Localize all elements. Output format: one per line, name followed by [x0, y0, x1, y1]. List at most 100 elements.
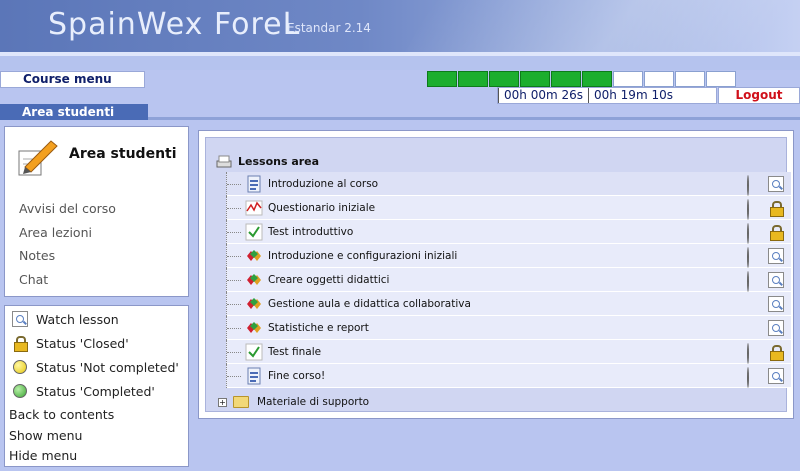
show-menu-link[interactable]: Show menu: [9, 428, 82, 443]
magnifier-icon[interactable]: [768, 319, 784, 336]
magnifier-icon[interactable]: [768, 175, 784, 192]
gems-icon: [244, 294, 264, 314]
nav-chat[interactable]: Chat: [19, 272, 116, 296]
green-status-icon: [747, 174, 749, 196]
remaining-time: 00h 19m 10s: [587, 88, 678, 103]
lessons-title: Lessons area: [238, 154, 320, 168]
green-status-icon: [747, 222, 749, 244]
folder-materiale[interactable]: + Materiale di supporto: [218, 396, 369, 408]
panel-title: Area studenti: [69, 146, 177, 162]
lesson-status: [747, 246, 763, 268]
brand-version: Estandar 2.14: [287, 21, 371, 35]
progress-segment: [706, 71, 736, 87]
lesson-label[interactable]: Introduzione e configurazioni iniziali: [268, 250, 747, 262]
nav-area-lezioni[interactable]: Area lezioni: [19, 225, 116, 249]
lock-icon: [770, 224, 784, 241]
back-to-contents-link[interactable]: Back to contents: [9, 407, 114, 422]
header-decoration: [404, 0, 800, 52]
lesson-action[interactable]: [767, 271, 785, 289]
progress-segment: [520, 71, 550, 87]
gems-icon: [244, 246, 264, 266]
lesson-status: [747, 198, 763, 220]
tree-connector: [226, 243, 244, 268]
lesson-row[interactable]: Statistiche e report: [226, 315, 791, 340]
progress-segment: [675, 71, 705, 87]
timer-bar: 00h 00m 26s 00h 19m 10s: [497, 87, 717, 104]
magnifier-icon[interactable]: [768, 247, 784, 264]
legend-closed: Status 'Closed': [11, 334, 129, 352]
elapsed-time: 00h 00m 26s: [498, 88, 588, 103]
magnifier-icon: [12, 311, 28, 327]
lesson-label[interactable]: Statistiche e report: [268, 322, 747, 334]
lesson-status: [747, 342, 763, 364]
green-status-icon: [747, 342, 749, 364]
lock-icon: [770, 344, 784, 361]
student-nav: Avvisi del corso Area lezioni Notes Chat: [19, 201, 116, 295]
lesson-status: [747, 366, 763, 388]
green-status-icon: [747, 366, 749, 388]
tab-underline: [148, 117, 800, 120]
brand-title: SpainWex ForeL: [48, 7, 301, 42]
check-icon: [244, 342, 264, 362]
legend-not-completed-label: Status 'Not completed': [36, 359, 179, 375]
lesson-row[interactable]: Introduzione al corso: [226, 171, 791, 196]
nav-avvisi-del-corso[interactable]: Avvisi del corso: [19, 201, 116, 225]
lessons-header: Lessons area: [216, 154, 319, 168]
gems-icon: [244, 318, 264, 338]
lesson-action[interactable]: [767, 319, 785, 337]
lesson-action[interactable]: [767, 175, 785, 193]
lesson-label[interactable]: Creare oggetti didattici: [268, 274, 747, 286]
lesson-label[interactable]: Gestione aula e didattica collaborativa: [268, 298, 747, 310]
check-icon: [244, 222, 264, 242]
legend-watch-label: Watch lesson: [36, 311, 119, 327]
lesson-action[interactable]: [767, 295, 785, 313]
chart-icon: [244, 198, 264, 218]
lesson-row[interactable]: Introduzione e configurazioni iniziali: [226, 243, 791, 268]
progress-segment: [613, 71, 643, 87]
gems-icon: [244, 270, 264, 290]
legend-watch: Watch lesson: [11, 310, 119, 328]
tree-connector: [226, 195, 244, 220]
yellow-status-icon: [747, 270, 749, 292]
student-area-panel: Area studenti Avvisi del corso Area lezi…: [4, 126, 189, 297]
lesson-action: [767, 223, 785, 241]
pencil-notebook-icon: [18, 140, 58, 176]
legend-not-completed: Status 'Not completed': [11, 358, 179, 376]
lesson-status: [747, 320, 763, 336]
lesson-label[interactable]: Introduzione al corso: [268, 178, 747, 190]
tree-connector: [226, 219, 244, 244]
lesson-label[interactable]: Test finale: [268, 346, 747, 358]
lesson-action: [767, 343, 785, 361]
progress-segment: [644, 71, 674, 87]
magnifier-icon[interactable]: [768, 295, 784, 312]
lesson-row[interactable]: Gestione aula e didattica collaborativa: [226, 291, 791, 316]
lesson-status: [747, 270, 763, 292]
page-icon: [244, 366, 264, 386]
lesson-status: [747, 296, 763, 312]
tree-connector: [226, 339, 244, 364]
lesson-status: [747, 174, 763, 196]
magnifier-icon[interactable]: [768, 271, 784, 288]
lesson-label[interactable]: Fine corso!: [268, 370, 747, 382]
lesson-action[interactable]: [767, 367, 785, 385]
legend-completed: Status 'Completed': [11, 382, 155, 400]
lock-icon: [770, 200, 784, 217]
lesson-label[interactable]: Test introduttivo: [268, 226, 747, 238]
lesson-row[interactable]: Questionario iniziale: [226, 195, 791, 220]
course-menu-button[interactable]: Course menu: [0, 71, 145, 88]
lesson-label[interactable]: Questionario iniziale: [268, 202, 747, 214]
tree-connector: [226, 267, 244, 292]
nav-notes[interactable]: Notes: [19, 248, 116, 272]
logout-button[interactable]: Logout: [718, 87, 800, 104]
lesson-action[interactable]: [767, 247, 785, 265]
hide-menu-link[interactable]: Hide menu: [9, 448, 77, 463]
lesson-row[interactable]: Fine corso!: [226, 363, 791, 388]
progress-segment: [551, 71, 581, 87]
lesson-row[interactable]: Test finale: [226, 339, 791, 364]
lesson-row[interactable]: Test introduttivo: [226, 219, 791, 244]
lesson-row[interactable]: Creare oggetti didattici: [226, 267, 791, 292]
area-studenti-tab[interactable]: Area studenti: [0, 104, 148, 120]
tree-connector: [226, 363, 244, 388]
expand-icon[interactable]: +: [218, 397, 227, 407]
magnifier-icon[interactable]: [768, 367, 784, 384]
